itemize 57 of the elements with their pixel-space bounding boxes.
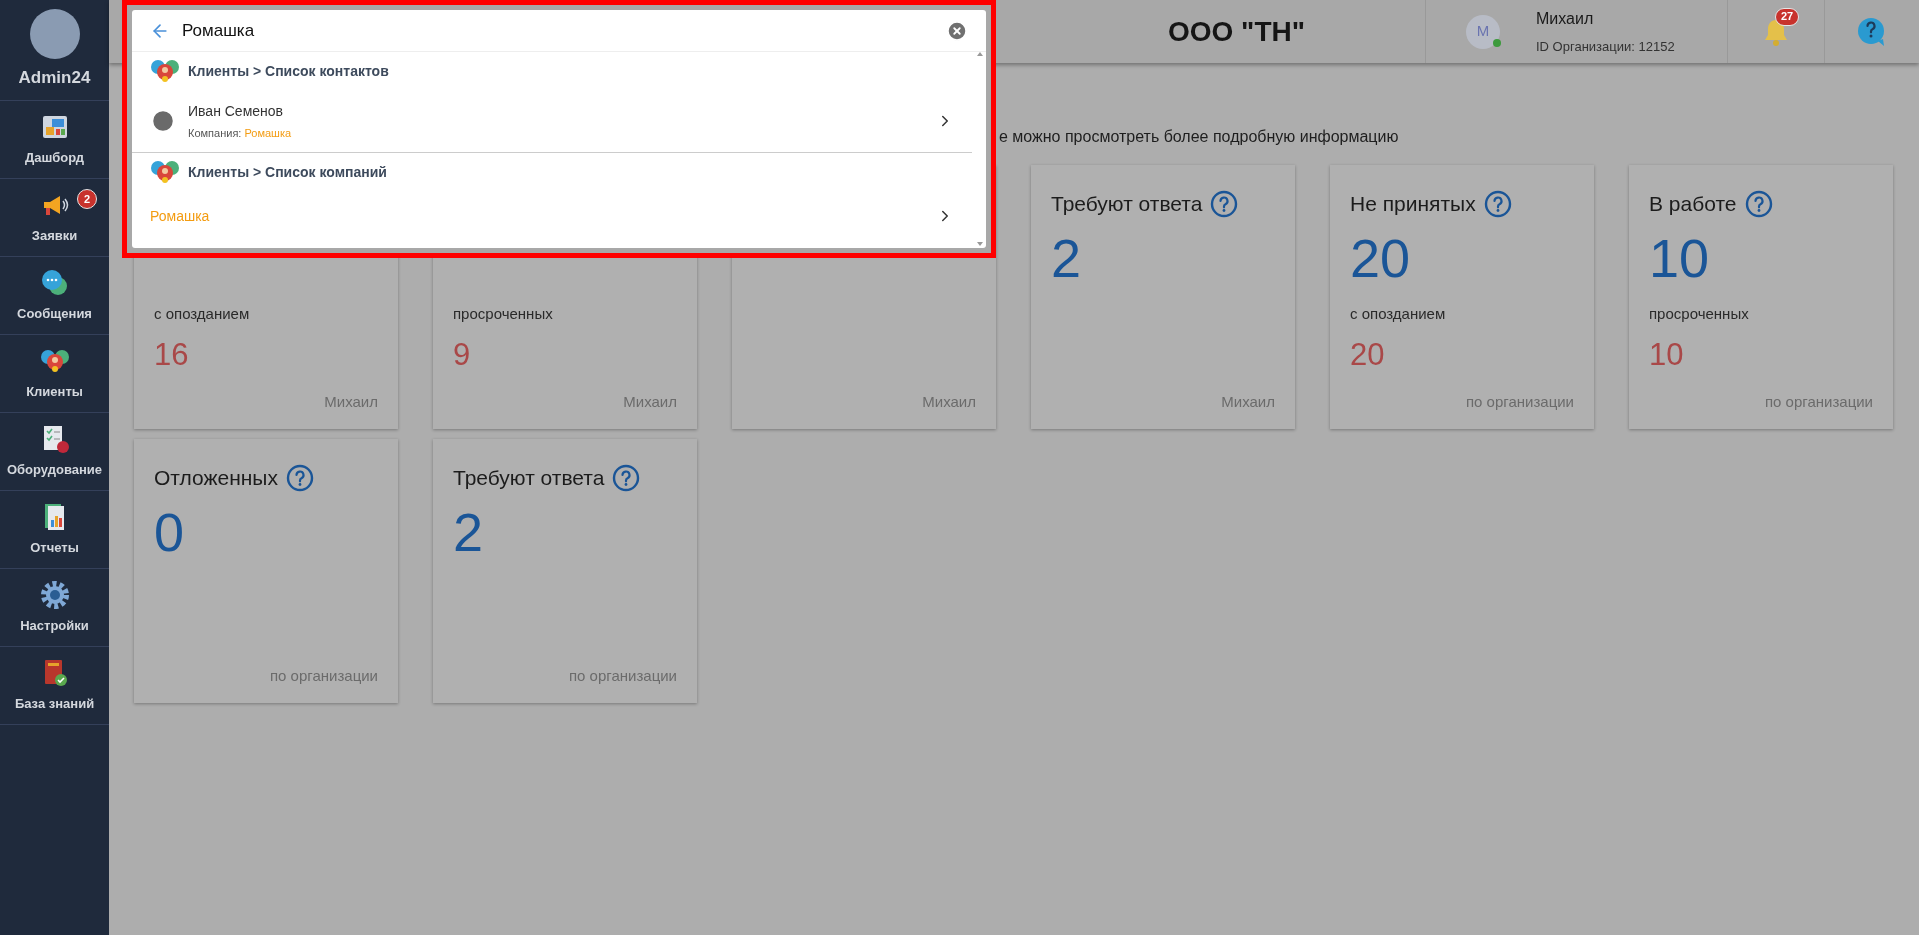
card-value: 10 <box>1649 227 1710 290</box>
nav-item[interactable]: Оборудование <box>0 413 109 491</box>
card-footer: Михаил <box>922 390 976 413</box>
card-footer: по организации <box>1465 390 1574 413</box>
organization-id: ID Организации: 12152 <box>1536 37 1675 56</box>
card-title: В работе <box>1649 191 1737 218</box>
search-field[interactable]: Ромашка <box>182 17 934 44</box>
card-sublabel: просроченных <box>453 304 553 324</box>
card-footer: по организации <box>568 664 677 687</box>
nav-item[interactable]: Отчеты <box>0 491 109 569</box>
card-sublabel: с опозданием <box>1350 304 1446 324</box>
card-footer: Михаил <box>1221 390 1275 413</box>
card-footer: Михаил <box>623 390 677 413</box>
nav-item[interactable]: Клиенты <box>0 335 109 413</box>
result-item[interactable]: Иван Семенов Компания: Ромашка <box>132 90 972 152</box>
settings-icon <box>39 579 70 610</box>
card-title: Не принятых <box>1350 191 1476 218</box>
card-value: 2 <box>1051 227 1082 290</box>
count-badge: 27 <box>1775 7 1800 26</box>
description-text: е можно просмотреть более подробную информацию <box>999 128 1399 145</box>
card-sublabel: с опозданием <box>154 304 250 324</box>
company-info: Компания: Ромашка <box>188 125 293 141</box>
card-sublabel: просроченных <box>1649 304 1749 324</box>
help-icon[interactable] <box>612 464 641 492</box>
card-footer: по организации <box>1764 390 1873 413</box>
count-badge: 2 <box>77 189 97 209</box>
nav-item[interactable]: Сообщения <box>0 257 109 335</box>
nav-item[interactable]: База знаний <box>0 647 109 725</box>
user-name: Admin24 <box>18 67 91 90</box>
help-icon[interactable] <box>1210 190 1239 218</box>
card-subvalue: 20 <box>1350 335 1385 374</box>
card-value: 0 <box>154 501 185 564</box>
chat-icon <box>39 267 70 298</box>
card-title: Требуют ответа <box>1051 191 1203 218</box>
card-footer: по организации <box>269 664 378 687</box>
help-icon[interactable] <box>1744 190 1773 218</box>
card-value: 20 <box>1350 227 1411 290</box>
card-subvalue: 9 <box>453 335 471 374</box>
nav-item[interactable]: Дашборд <box>0 101 109 179</box>
nav-item[interactable]: Настройки <box>0 569 109 647</box>
scroll-up-icon[interactable] <box>977 52 983 56</box>
section-title: Клиенты > Список компаний <box>188 162 387 182</box>
clear-icon[interactable] <box>946 19 968 42</box>
card-footer: Михаил <box>324 390 378 413</box>
card-title: Требуют ответа <box>453 465 605 492</box>
card-value: 2 <box>453 501 484 564</box>
card-subvalue: 16 <box>154 335 189 374</box>
section-title: Клиенты > Список контактов <box>188 61 389 81</box>
card-title: Отложенных <box>154 465 278 492</box>
header-user-name: Михаил <box>1536 8 1595 29</box>
help-icon[interactable] <box>285 464 314 492</box>
nav-item[interactable]: Заявки 2 <box>0 179 109 257</box>
company-name: ООО "ТН" <box>1168 14 1305 49</box>
card-subvalue: 10 <box>1649 335 1684 374</box>
scroll-down-icon[interactable] <box>977 242 983 246</box>
help-icon[interactable] <box>1483 190 1512 218</box>
contact-name: Иван Семенов <box>188 101 284 121</box>
